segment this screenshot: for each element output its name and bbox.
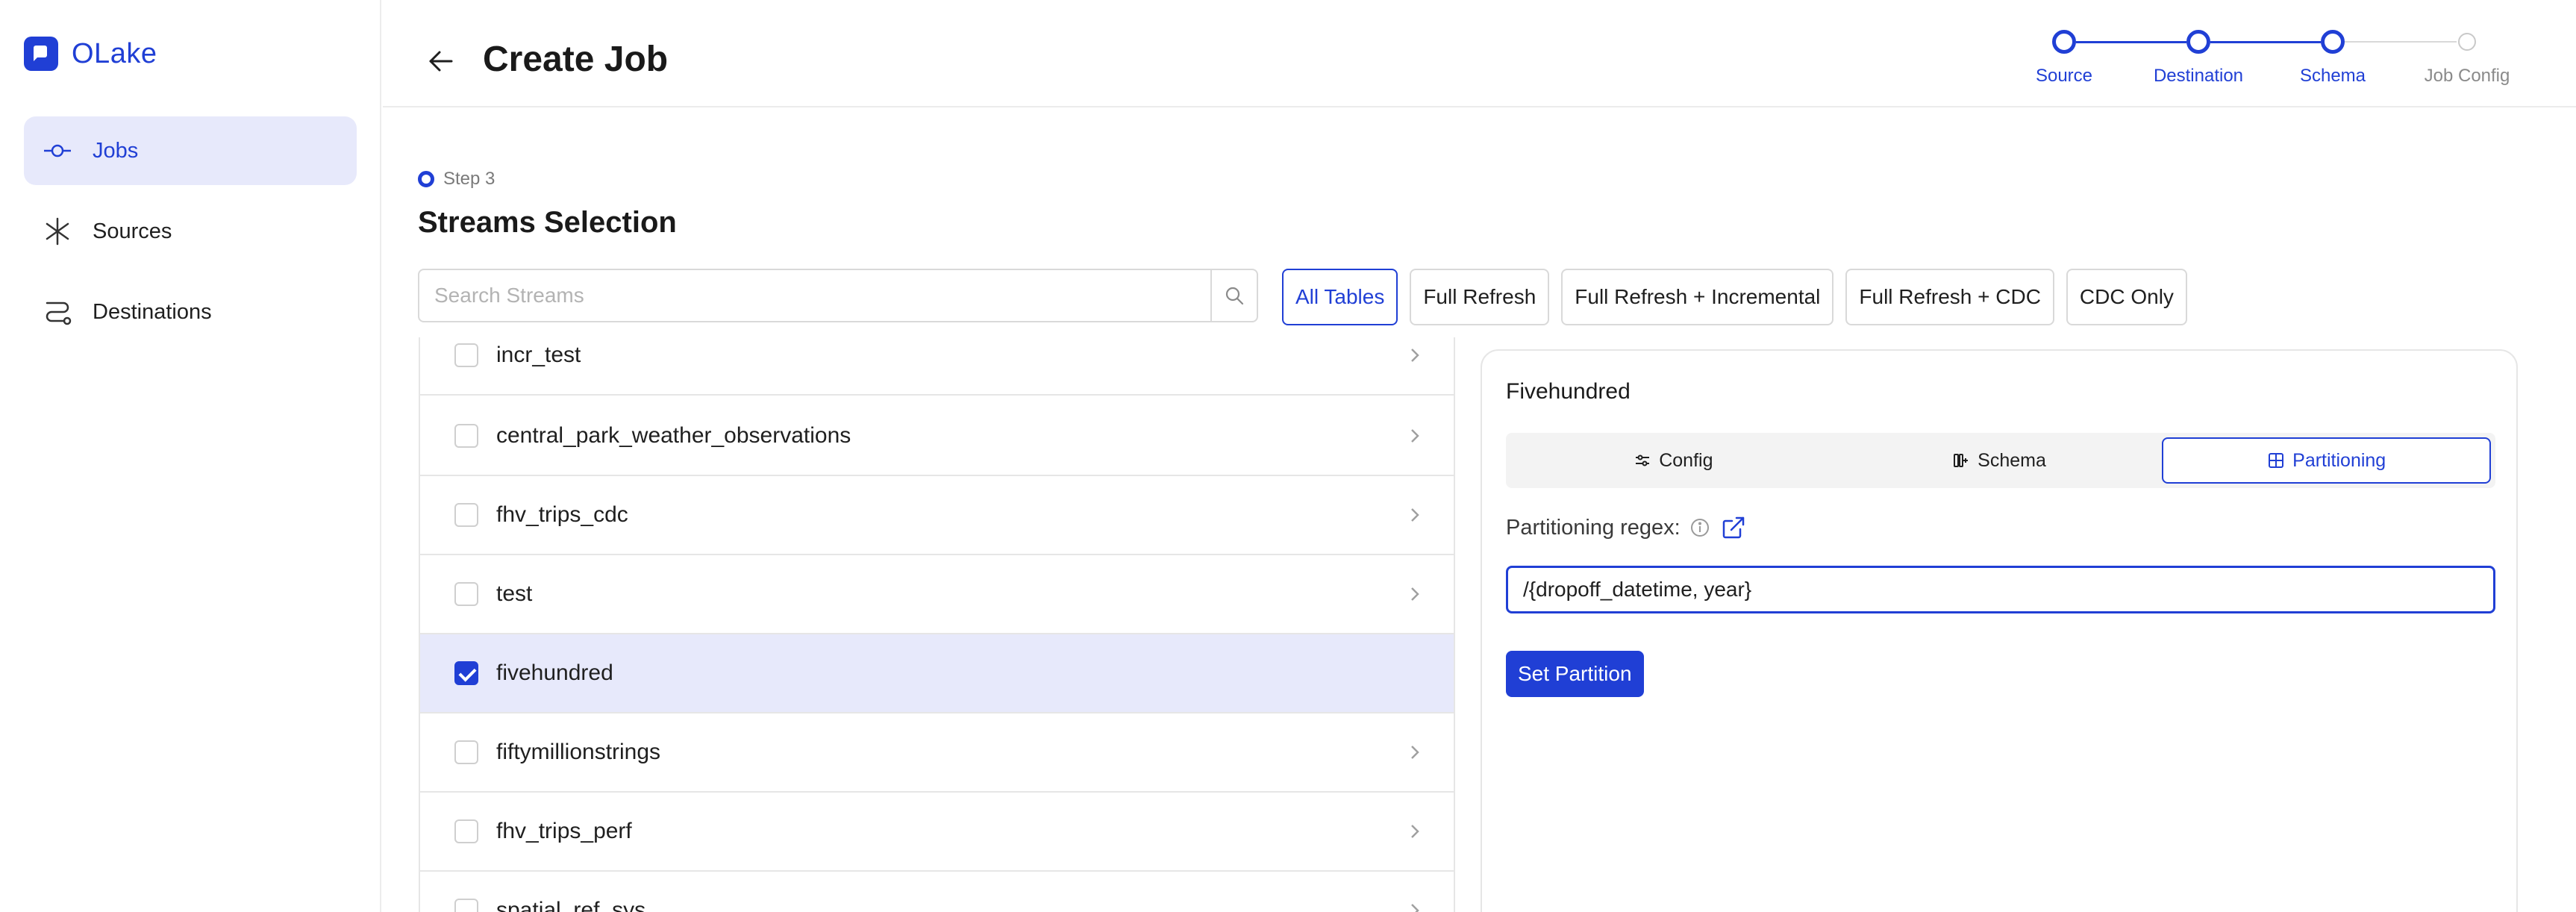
step-indicator: Step 3: [418, 169, 495, 190]
stream-checkbox[interactable]: [454, 424, 478, 448]
filter-cdc-only[interactable]: CDC Only: [2066, 269, 2187, 325]
partitioning-regex-input[interactable]: [1506, 566, 2495, 613]
step-label: Schema: [2299, 66, 2366, 86]
stream-row[interactable]: fhv_trips_perf: [420, 793, 1454, 872]
stream-checkbox[interactable]: [454, 582, 478, 606]
sidebar-item-sources[interactable]: Sources: [24, 197, 357, 266]
sidebar-item-label: Jobs: [93, 138, 139, 163]
page-title: Create Job: [483, 40, 669, 79]
filter-full-refresh-cdc[interactable]: Full Refresh + CDC: [1845, 269, 2054, 325]
search-box: [418, 269, 1258, 322]
stream-checkbox[interactable]: [454, 343, 478, 367]
sliders-icon: [1634, 452, 1651, 469]
columns-icon: [1952, 452, 1970, 469]
app-logo[interactable]: OLake: [24, 36, 157, 72]
step-label: Source: [2035, 66, 2093, 86]
chevron-right-icon[interactable]: [1400, 346, 1430, 364]
regex-label-text: Partitioning regex:: [1506, 515, 1681, 540]
sidebar-item-label: Sources: [93, 219, 172, 243]
sidebar-nav: Jobs Sources Destinations: [24, 116, 357, 358]
stream-row-selected[interactable]: fivehundred: [420, 634, 1454, 713]
chevron-right-icon[interactable]: [1400, 427, 1430, 445]
chevron-right-icon[interactable]: [1400, 506, 1430, 524]
step-ring-icon: [418, 171, 434, 187]
stream-checkbox[interactable]: [454, 899, 478, 912]
progress-stepper: Source Destination Schema Job Config: [1997, 30, 2534, 93]
info-icon[interactable]: [1689, 517, 1710, 538]
app-name: OLake: [72, 37, 157, 69]
stream-name: fhv_trips_perf: [496, 819, 632, 843]
search-button[interactable]: [1210, 270, 1257, 321]
sidebar: OLake Jobs Sources Destinations: [0, 0, 381, 912]
stream-detail-title: Fivehundred: [1506, 379, 1631, 404]
stream-checkbox[interactable]: [454, 740, 478, 764]
tab-label: Config: [1659, 449, 1713, 471]
filter-full-refresh[interactable]: Full Refresh: [1410, 269, 1550, 325]
tab-config[interactable]: Config: [1510, 437, 1836, 484]
step-label: Job Config: [2424, 66, 2510, 86]
page-header: Create Job Source Destination Schema Job…: [383, 0, 2576, 107]
search-icon: [1225, 287, 1244, 305]
step-source[interactable]: Source: [1997, 30, 2131, 87]
sidebar-item-label: Destinations: [93, 299, 212, 324]
step-dot: [2186, 30, 2210, 54]
filter-all-tables[interactable]: All Tables: [1282, 269, 1398, 325]
step-dot: [2052, 30, 2076, 54]
route-icon: [42, 296, 73, 328]
stream-detail-panel: Fivehundred Config Schema Partitioning P…: [1481, 349, 2518, 912]
sidebar-item-jobs[interactable]: Jobs: [24, 116, 357, 185]
external-link-icon[interactable]: [1721, 515, 1746, 540]
stream-row[interactable]: fiftymillionstrings: [420, 713, 1454, 793]
back-button[interactable]: [425, 45, 457, 78]
search-input[interactable]: [419, 270, 1210, 321]
stream-checkbox[interactable]: [454, 503, 478, 527]
partitioning-regex-label: Partitioning regex:: [1506, 515, 1746, 540]
sync-mode-filters: All Tables Full Refresh Full Refresh + I…: [1282, 269, 2199, 325]
stream-row[interactable]: fhv_trips_cdc: [420, 476, 1454, 555]
stream-name: central_park_weather_observations: [496, 423, 851, 448]
tab-partitioning[interactable]: Partitioning: [2162, 437, 2492, 484]
step-job-config[interactable]: Job Config: [2400, 30, 2534, 87]
filter-full-refresh-incremental[interactable]: Full Refresh + Incremental: [1561, 269, 1834, 325]
olake-logo-icon: [24, 37, 58, 71]
stream-checkbox[interactable]: [454, 819, 478, 843]
stream-name: fivehundred: [496, 660, 613, 685]
stream-row[interactable]: test: [420, 555, 1454, 634]
step-indicator-text: Step 3: [443, 169, 495, 189]
stream-list: incr_test central_park_weather_observati…: [419, 337, 1455, 912]
step-dot: [2458, 33, 2476, 51]
stream-checkbox[interactable]: [454, 661, 478, 685]
stream-name: spatial_ref_sys: [496, 898, 646, 912]
step-dot: [2321, 30, 2345, 54]
detail-tabs: Config Schema Partitioning: [1506, 433, 2495, 488]
stream-name: fiftymillionstrings: [496, 740, 661, 764]
chevron-right-icon[interactable]: [1400, 902, 1430, 912]
tab-label: Schema: [1978, 449, 2046, 471]
step-schema[interactable]: Schema: [2266, 30, 2400, 87]
stream-row[interactable]: incr_test: [420, 337, 1454, 396]
tab-schema[interactable]: Schema: [1836, 437, 2163, 484]
step-label: Destination: [2153, 66, 2244, 86]
stream-name: fhv_trips_cdc: [496, 502, 628, 527]
arrow-left-icon: [429, 51, 453, 72]
stream-name: test: [496, 581, 533, 606]
chevron-right-icon[interactable]: [1400, 743, 1430, 761]
step-destination[interactable]: Destination: [2131, 30, 2266, 87]
chevron-right-icon[interactable]: [1400, 585, 1430, 603]
stream-row[interactable]: spatial_ref_sys: [420, 872, 1454, 912]
chevron-right-icon[interactable]: [1400, 822, 1430, 840]
grid-icon: [2267, 452, 2285, 469]
stream-name: incr_test: [496, 343, 581, 367]
tab-label: Partitioning: [2292, 449, 2386, 471]
section-title: Streams Selection: [418, 206, 677, 239]
commit-icon: [42, 135, 73, 166]
set-partition-button[interactable]: Set Partition: [1506, 651, 1644, 697]
sidebar-item-destinations[interactable]: Destinations: [24, 278, 357, 346]
stream-row[interactable]: central_park_weather_observations: [420, 397, 1454, 476]
asterisk-icon: [42, 216, 73, 247]
